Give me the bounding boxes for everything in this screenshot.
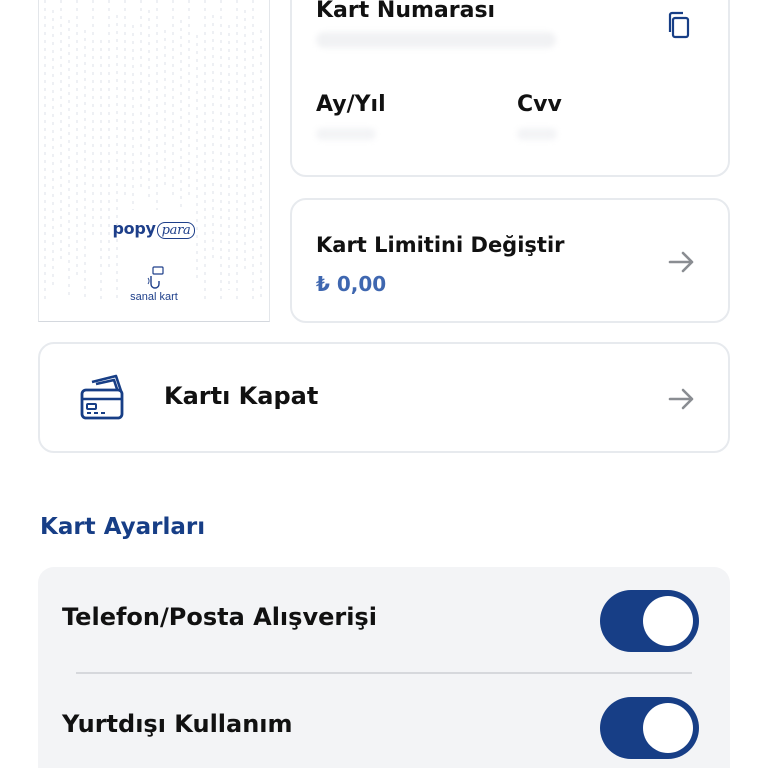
expiry-label: Ay/Yıl [316,92,386,117]
arrow-right-icon [668,388,694,410]
toggle-knob [643,703,693,753]
cvv-label: Cvv [517,92,562,117]
credit-card-icon [80,374,124,420]
toggle-knob [643,596,693,646]
change-limit-button[interactable]: Kart Limitini Değiştir ₺ 0,00 [290,198,730,323]
contactless-card-icon [147,266,164,289]
close-card-title: Kartı Kapat [164,382,319,410]
card-pattern [44,0,262,300]
card-settings-panel: Telefon/Posta Alışverişi Yurtdışı Kullan… [38,567,730,768]
international-usage-toggle[interactable] [600,697,699,759]
card-number-label: Kart Numarası [316,0,496,23]
cvv-value [517,128,557,140]
change-limit-title: Kart Limitini Değiştir [316,233,565,257]
brand-sub: para [156,222,196,239]
card-settings-title: Kart Ayarları [40,514,206,540]
copy-icon[interactable] [664,10,694,42]
popypara-logo: popy para [39,219,269,239]
virtual-card-label: sanal kart [130,291,178,303]
close-card-button[interactable]: Kartı Kapat [38,342,730,453]
limit-amount: ₺ 0,00 [316,272,387,296]
phone-mail-order-label: Telefon/Posta Alışverişi [62,603,377,631]
divider [76,672,692,674]
card-number-value [316,32,556,48]
virtual-card: popy para sanal kart [38,0,270,322]
international-usage-label: Yurtdışı Kullanım [62,710,293,738]
expiry-value [316,128,376,140]
phone-mail-order-toggle[interactable] [600,590,699,652]
arrow-right-icon [668,251,694,273]
card-info-panel: Kart Numarası Ay/Yıl Cvv [290,0,730,177]
brand-main: popy [112,219,156,238]
